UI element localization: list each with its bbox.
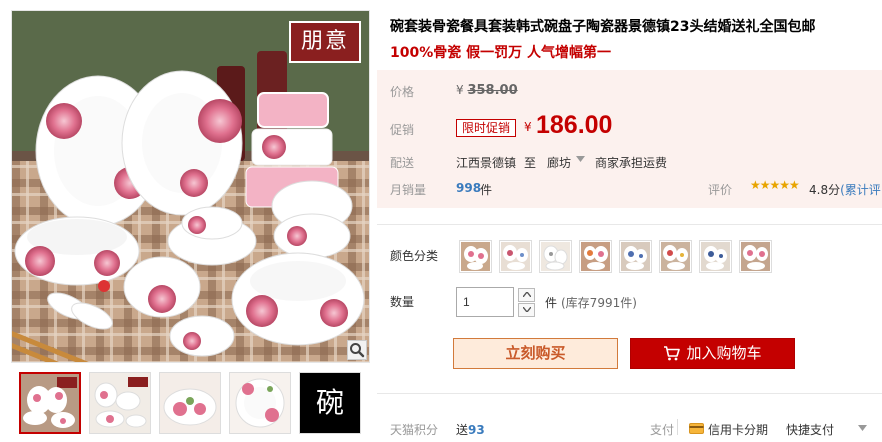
credit-card-icon (689, 423, 704, 434)
currency-symbol: ¥ (456, 83, 464, 97)
rating-label: 评价 (708, 183, 733, 197)
sales-label: 月销量 (390, 183, 427, 197)
product-photo (12, 11, 369, 362)
shipping-label: 配送 (390, 156, 415, 170)
payment-label: 支付 (650, 423, 675, 437)
chevron-up-icon (522, 292, 531, 297)
points-prefix: 送 (456, 423, 469, 437)
shipping-fee: 商家承担运费 (595, 156, 668, 170)
thumbnail-2[interactable] (89, 372, 151, 434)
shipping-destination[interactable]: 廊坊 (547, 154, 571, 171)
swatch-image (541, 242, 570, 271)
thumbnail-5[interactable]: 碗 (299, 372, 361, 434)
color-swatch-2[interactable] (499, 240, 532, 273)
swatch-image (701, 242, 730, 271)
color-swatch-4[interactable] (579, 240, 612, 273)
thumbnail-4[interactable] (229, 372, 291, 434)
add-to-cart-button[interactable]: 加入购物车 (630, 338, 795, 369)
add-to-cart-label: 加入购物车 (686, 344, 762, 362)
points-value: 93 (468, 423, 485, 437)
main-product-image[interactable]: 朋意 (11, 10, 370, 363)
color-swatch-6[interactable] (659, 240, 692, 273)
quantity-label: 数量 (390, 295, 415, 309)
buy-now-button[interactable]: 立刻购买 (453, 338, 618, 369)
magnifier-icon (350, 343, 365, 358)
thumbnail-3[interactable] (159, 372, 221, 434)
color-swatch-3[interactable] (539, 240, 572, 273)
color-label: 颜色分类 (390, 249, 439, 263)
price-label: 价格 (390, 85, 415, 99)
quantity-increase-button[interactable] (518, 288, 535, 302)
rating-score-value: 4.8分 (809, 183, 841, 197)
cart-icon (664, 346, 681, 361)
quantity-input[interactable]: 1 (456, 287, 514, 317)
rating-stars: ★★★★★ (750, 178, 800, 192)
thumbnail-image (90, 373, 150, 433)
color-swatch-8[interactable] (739, 240, 772, 273)
points-label: 天猫积分 (390, 423, 439, 437)
swatch-image (621, 242, 650, 271)
swatch-image (501, 242, 530, 271)
rating-score: 4.8分(累计评 (809, 181, 881, 198)
promo-label: 促销 (390, 123, 415, 137)
sales-unit: 件 (480, 183, 493, 197)
points-text: 送93 (456, 421, 485, 438)
original-price-value: 358.00 (467, 83, 518, 98)
quantity-decrease-button[interactable] (518, 303, 535, 317)
shipping-origin: 江西景德镇 (456, 156, 517, 170)
stock-count: (库存7991件) (561, 296, 637, 310)
quick-pay-dropdown[interactable]: 快捷支付 (786, 421, 834, 438)
promo-price: 186.00 (536, 111, 613, 139)
promo-currency: ¥ (524, 120, 532, 134)
color-swatch-1[interactable] (459, 240, 492, 273)
chevron-down-icon[interactable] (576, 156, 585, 162)
swatch-image (741, 242, 770, 271)
divider (377, 393, 882, 394)
zoom-button[interactable] (347, 340, 367, 360)
original-price: ¥ 358.00 (456, 83, 518, 98)
product-title: 碗套装骨瓷餐具套装韩式碗盘子陶瓷器景德镇23头结婚送礼全国包邮 (390, 19, 816, 35)
color-swatch-7[interactable] (699, 240, 732, 273)
thumbnail-image (21, 374, 79, 432)
swatch-image (461, 242, 490, 271)
brand-badge: 朋意 (289, 21, 361, 63)
review-count-link[interactable]: (累计评 (840, 183, 881, 197)
chevron-down-icon[interactable] (858, 425, 867, 431)
buy-now-label: 立刻购买 (505, 344, 566, 362)
sales-count: 998 (456, 181, 482, 195)
thumbnail-image (160, 373, 220, 433)
quantity-unit: 件 (545, 296, 558, 310)
credit-installment-link[interactable]: 信用卡分期 (708, 421, 768, 438)
thumbnail-1[interactable] (19, 372, 81, 434)
promo-tag: 限时促销 (456, 119, 517, 137)
color-swatch-5[interactable] (619, 240, 652, 273)
shipping-to: 至 (524, 156, 537, 170)
product-subtitle: 100%骨瓷 假一罚万 人气增幅第一 (390, 45, 611, 61)
swatch-image (661, 242, 690, 271)
divider (677, 419, 678, 435)
product-info: 碗套装骨瓷餐具套装韩式碗盘子陶瓷器景德镇23头结婚送礼全国包邮 100%骨瓷 假… (377, 0, 882, 442)
chevron-down-icon (522, 307, 531, 312)
thumbnail-image (230, 373, 290, 433)
price-panel: 价格 ¥ 358.00 促销 限时促销 ¥ 186.00 配送 江西景德镇 至 … (377, 70, 882, 208)
swatch-image (581, 242, 610, 271)
divider (377, 224, 882, 225)
thumbnail-strip: 碗 (11, 372, 370, 436)
